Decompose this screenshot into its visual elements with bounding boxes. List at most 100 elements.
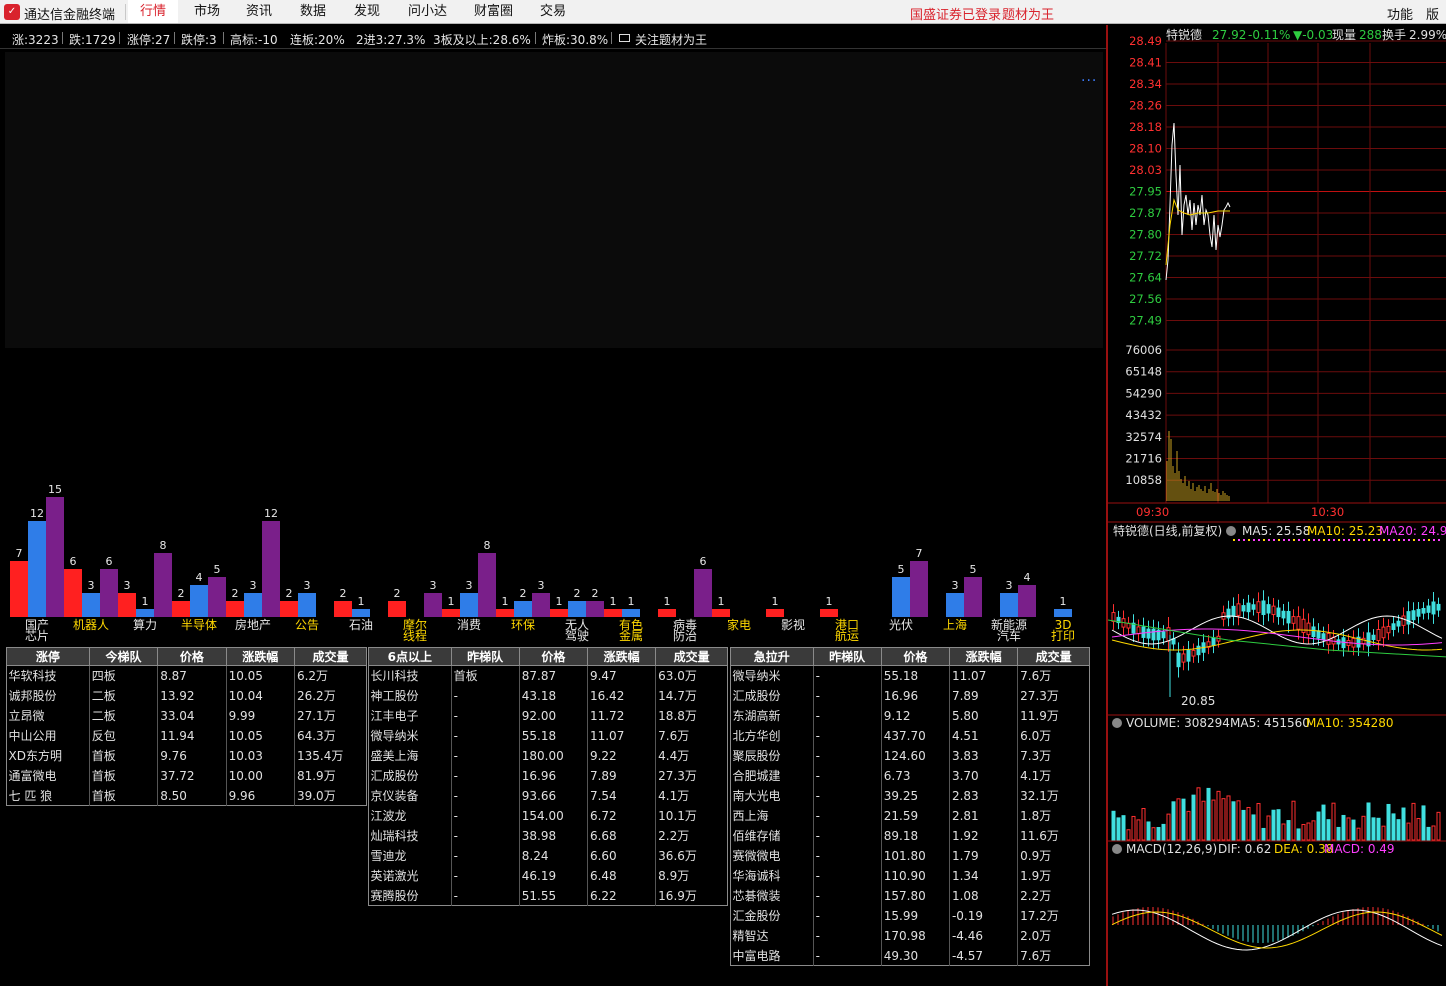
table-row[interactable]: 神工股份 -43.18 16.42 14.7万 (369, 685, 728, 706)
table-row[interactable]: 江丰电子 -92.00 11.72 18.8万 (369, 705, 728, 726)
table-row[interactable]: 汇成股份 -16.96 7.89 27.3万 (731, 685, 1090, 706)
table-row[interactable]: 江波龙 -154.00 6.72 10.1万 (369, 805, 728, 826)
table-row[interactable]: 佰维存储 -89.18 1.92 11.6万 (731, 825, 1090, 846)
column-header[interactable]: 成交量 (1017, 647, 1090, 666)
table-row[interactable]: 合肥城建 -6.73 3.70 4.1万 (731, 765, 1090, 786)
table-row[interactable]: 中山公用 反包 11.94 10.05 64.3万 (7, 725, 367, 746)
table-row[interactable]: 华海诚科 -110.90 1.34 1.9万 (731, 865, 1090, 886)
table-row[interactable]: 盛美上海 -180.00 9.22 4.4万 (369, 745, 728, 766)
menu-jiaoyi[interactable]: 交易 (528, 0, 578, 23)
category-label[interactable]: 驾驶 (565, 628, 589, 643)
table-row[interactable]: 立昂微 二板 33.04 9.99 27.1万 (7, 705, 367, 726)
table-row[interactable]: 英诺激光 -46.19 6.48 8.9万 (369, 865, 728, 886)
category-label[interactable]: 线程 (403, 628, 427, 643)
mail-icon[interactable] (619, 34, 630, 42)
category-label[interactable]: 金属 (619, 628, 643, 643)
settings-icon[interactable] (1226, 526, 1236, 536)
column-header[interactable]: 涨跌幅 (948, 647, 1019, 666)
table-row[interactable]: 东湖高新 -9.12 5.80 11.9万 (731, 705, 1090, 726)
category-label[interactable]: 环保 (511, 618, 535, 632)
stat-three-plus: 3板及以上:28.6% (433, 33, 531, 47)
column-header[interactable]: 价格 (880, 647, 950, 666)
table-row[interactable]: 北方华创 -437.70 4.51 6.0万 (731, 725, 1090, 746)
table-row[interactable]: 聚辰股份 -124.60 3.83 7.3万 (731, 745, 1090, 766)
category-label[interactable]: 上海 (943, 617, 967, 632)
column-header[interactable]: 今梯队 (88, 647, 159, 666)
table-row[interactable]: 长川科技 首板 87.87 9.47 63.0万 (369, 665, 728, 686)
table-row[interactable]: 微导纳米 -55.18 11.07 7.6万 (731, 665, 1090, 686)
more-options-icon[interactable]: ··· (1081, 73, 1097, 89)
table-row[interactable]: 七 匹 狼 首板 8.50 9.96 39.0万 (7, 785, 367, 806)
category-label[interactable]: 机器人 (73, 618, 109, 632)
theme-king-link[interactable]: 题材为王 (1002, 4, 1054, 23)
category-label[interactable]: 消费 (457, 618, 481, 632)
category-label[interactable]: 汽车 (997, 628, 1021, 643)
table-row[interactable]: 微导纳米 -55.18 11.07 7.6万 (369, 725, 728, 746)
login-status[interactable]: 国盛证券已登录 (910, 4, 1001, 23)
volume-bar (1386, 803, 1391, 841)
table-row[interactable]: 南大光电 -39.25 2.83 32.1万 (731, 785, 1090, 806)
table-cell: 11.07 (586, 725, 656, 746)
table-row[interactable]: 芯碁微装 -157.80 1.08 2.2万 (731, 885, 1090, 906)
table-row[interactable]: 赛腾股份 -51.55 6.22 16.9万 (369, 885, 728, 906)
table-row[interactable]: 灿瑞科技 -38.98 6.68 2.2万 (369, 825, 728, 846)
table-row[interactable]: 西上海 -21.59 2.81 1.8万 (731, 805, 1090, 826)
category-label[interactable]: 房地产 (235, 617, 271, 632)
menu-hangqing[interactable]: 行情 (128, 0, 179, 23)
menu-shuju[interactable]: 数据 (288, 0, 338, 23)
category-label[interactable]: 算力 (133, 617, 157, 632)
category-label[interactable]: 光伏 (889, 618, 913, 632)
column-header[interactable]: 成交量 (293, 647, 368, 666)
candle (1246, 602, 1251, 613)
category-label[interactable]: 公告 (295, 618, 319, 632)
menu-wenxiaoda[interactable]: 问小达 (396, 0, 459, 23)
menu-caifuquan[interactable]: 财富圈 (462, 0, 525, 23)
table-cell: 55.18 (518, 725, 588, 746)
table-row[interactable]: 汇成股份 -16.96 7.89 27.3万 (369, 765, 728, 786)
menu-function[interactable]: 功能 (1387, 4, 1413, 23)
column-header[interactable]: 价格 (157, 647, 227, 666)
volume-bar (1266, 815, 1271, 841)
volume-bar (1186, 810, 1191, 841)
table-row[interactable]: 赛微微电 -101.80 1.79 0.9万 (731, 845, 1090, 866)
category-label[interactable]: 防治 (673, 628, 697, 643)
table-row[interactable]: 华软科技 四板 8.87 10.05 6.2万 (7, 665, 367, 686)
column-header[interactable]: 成交量 (655, 647, 728, 666)
table-cell: 32.1万 (1017, 785, 1090, 806)
menu-shichang[interactable]: 市场 (182, 0, 232, 23)
table-row[interactable]: XD东方明 首板 9.76 10.03 135.4万 (7, 745, 367, 766)
menu-zixun[interactable]: 资讯 (234, 0, 284, 23)
column-header[interactable]: 急拉升 (730, 647, 814, 666)
column-header[interactable]: 涨跌幅 (586, 647, 657, 666)
menu-faxian[interactable]: 发现 (342, 0, 392, 23)
settings-icon[interactable] (1112, 718, 1122, 728)
column-header[interactable]: 涨跌幅 (225, 647, 295, 666)
follow-link[interactable]: 关注题材为王 (635, 31, 707, 48)
column-header[interactable]: 6点以上 (368, 647, 452, 666)
table-row[interactable]: 诚邦股份 二板 13.92 10.04 26.2万 (7, 685, 367, 706)
column-header[interactable]: 昨梯队 (812, 647, 882, 666)
category-label[interactable]: 家电 (727, 617, 751, 632)
category-label[interactable]: 影视 (781, 617, 805, 632)
volume-axis-label: 76006 (1125, 343, 1162, 357)
category-label[interactable]: 打印 (1051, 629, 1075, 643)
category-label[interactable]: 芯片 (25, 629, 49, 643)
category-label[interactable]: 石油 (349, 618, 373, 632)
table-cell: 江波龙 (370, 809, 407, 823)
table-row[interactable]: 京仪装备 -93.66 7.54 4.1万 (369, 785, 728, 806)
column-header[interactable]: 涨停 (6, 647, 90, 666)
table-cell: 9.47 (586, 665, 656, 686)
table-row[interactable]: 中富电路 -49.30 -4.57 7.6万 (731, 945, 1090, 966)
column-header[interactable]: 价格 (518, 647, 588, 666)
table-cell: 7.3万 (1017, 745, 1090, 766)
category-label[interactable]: 航运 (835, 628, 859, 643)
table-row[interactable]: 通富微电 首板 37.72 10.00 81.9万 (7, 765, 367, 786)
column-header[interactable]: 昨梯队 (450, 647, 520, 666)
table-row[interactable]: 精智达 -170.98 -4.46 2.0万 (731, 925, 1090, 946)
table-row[interactable]: 雪迪龙 -8.24 6.60 36.6万 (369, 845, 728, 866)
category-label[interactable]: 半导体 (181, 618, 217, 632)
table-row[interactable]: 汇金股份 -15.99 -0.19 17.2万 (731, 905, 1090, 926)
table-cell: -4.57 (948, 945, 1018, 966)
divider (611, 32, 612, 44)
settings-icon[interactable] (1112, 844, 1122, 854)
